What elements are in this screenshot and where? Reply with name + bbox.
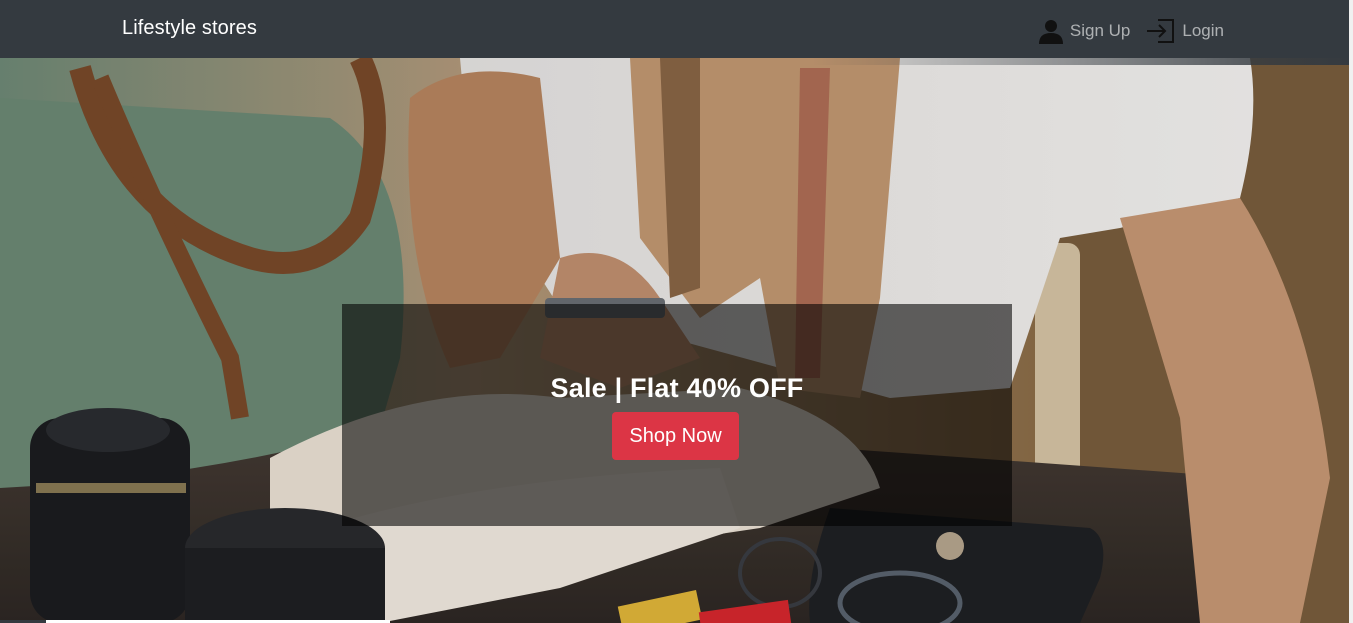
login-link[interactable]: Login xyxy=(1146,18,1224,44)
user-icon xyxy=(1038,18,1064,44)
navbar: Lifestyle stores Sign Up Login xyxy=(0,0,1353,65)
nav-right-group: Sign Up Login xyxy=(1038,18,1224,44)
window-scrollbar[interactable] xyxy=(1349,0,1353,623)
shop-now-button[interactable]: Shop Now xyxy=(612,412,739,460)
sale-banner: Sale | Flat 40% OFF Shop Now xyxy=(342,304,1012,526)
page: Lifestyle stores Sign Up Login Sale | Fl… xyxy=(0,0,1353,623)
brand-logo-link[interactable]: Lifestyle stores xyxy=(122,17,257,40)
login-label: Login xyxy=(1182,21,1224,40)
login-icon xyxy=(1146,18,1176,44)
signup-link[interactable]: Sign Up xyxy=(1038,18,1130,44)
banner-title: Sale | Flat 40% OFF xyxy=(550,373,804,403)
signup-label: Sign Up xyxy=(1069,21,1131,40)
